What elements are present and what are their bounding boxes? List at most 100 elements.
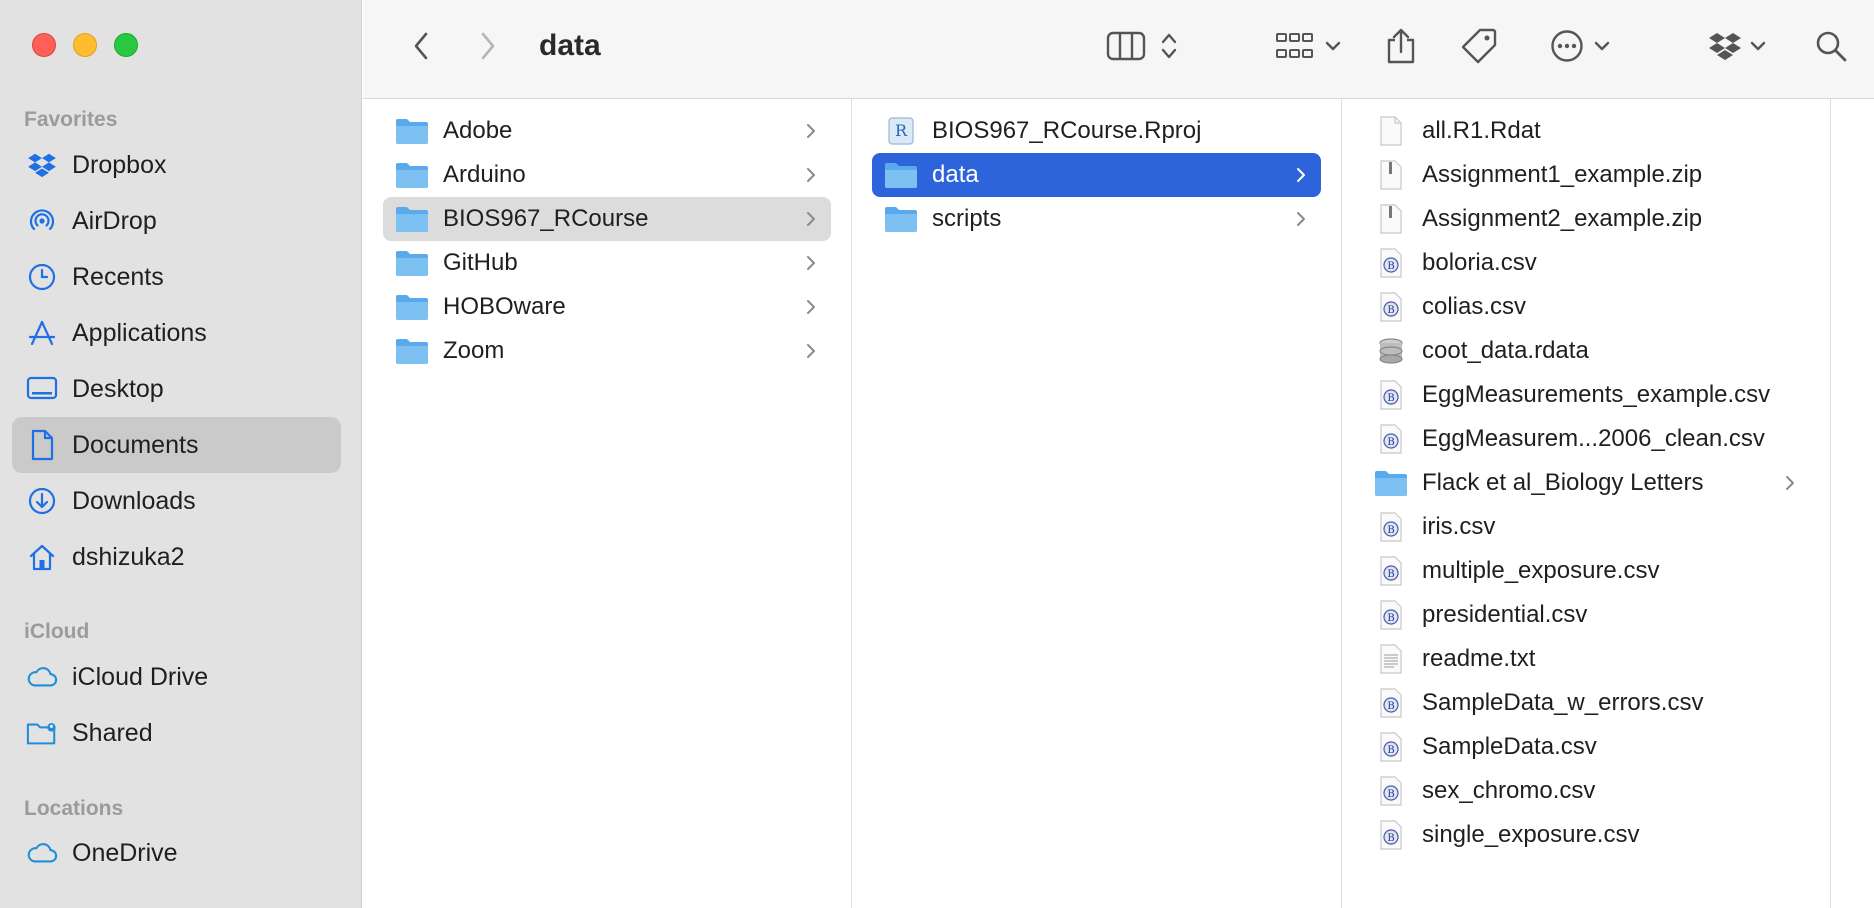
file-item[interactable]: Biris.csv <box>1362 505 1810 549</box>
folder-item[interactable]: Adobe <box>383 109 831 153</box>
chevron-down-icon <box>1750 41 1766 51</box>
rproj-file-icon: R <box>884 116 918 146</box>
sidebar-item-label: iCloud Drive <box>72 662 209 691</box>
file-item[interactable]: R BIOS967_RCourse.Rproj <box>872 109 1321 153</box>
share-button[interactable] <box>1379 24 1423 68</box>
toolbar: data <box>363 0 1874 99</box>
browser-column-1[interactable]: Adobe Arduino BIOS967_RCourse GitHub HOBOwar… <box>363 99 852 908</box>
sidebar-item-dshizuka2[interactable]: dshizuka2 <box>12 529 341 585</box>
file-item[interactable]: Bboloria.csv <box>1362 241 1810 285</box>
sidebar-item-label: Shared <box>72 718 153 747</box>
csv-file-icon: B <box>1374 380 1408 410</box>
folder-item[interactable]: HOBOware <box>383 285 831 329</box>
file-item[interactable]: coot_data.rdata <box>1362 329 1810 373</box>
csv-file-icon: B <box>1374 248 1408 278</box>
file-item[interactable]: B EggMeasurem...2006_clean.csv <box>1362 417 1810 461</box>
sidebar: Favorites Dropbox AirDrop Recents Applicati… <box>0 0 362 908</box>
more-actions-button[interactable] <box>1542 24 1618 68</box>
folder-icon <box>395 292 429 322</box>
file-item[interactable]: Bcolias.csv <box>1362 285 1810 329</box>
svg-text:B: B <box>1387 305 1394 316</box>
item-label: Assignment1_example.zip <box>1422 161 1703 188</box>
sidebar-item-icloud-drive[interactable]: iCloud Drive <box>12 649 341 705</box>
sidebar-item-onedrive[interactable]: OneDrive <box>12 825 341 881</box>
chevron-right-icon <box>805 298 817 316</box>
folder-icon <box>884 160 918 190</box>
csv-file-icon: B <box>1374 600 1408 630</box>
chevron-right-icon <box>805 122 817 140</box>
csv-file-icon: B <box>1374 292 1408 322</box>
zoom-button[interactable] <box>114 33 138 57</box>
favorites-header: Favorites <box>24 108 118 131</box>
sidebar-item-label: Desktop <box>72 374 164 403</box>
svg-text:B: B <box>1387 745 1394 756</box>
sidebar-item-label: AirDrop <box>72 206 157 235</box>
dropbox-icon <box>26 149 58 181</box>
item-label: Flack et al_Biology Letters <box>1422 469 1704 496</box>
sidebar-item-downloads[interactable]: Downloads <box>12 473 341 529</box>
folder-item[interactable]: Arduino <box>383 153 831 197</box>
forward-button[interactable] <box>466 24 510 68</box>
file-item[interactable]: Assignment2_example.zip <box>1362 197 1810 241</box>
chevron-down-icon <box>1594 41 1610 51</box>
sidebar-item-dropbox[interactable]: Dropbox <box>12 137 341 193</box>
item-label: iris.csv <box>1422 513 1496 540</box>
dropbox-button[interactable] <box>1702 24 1772 68</box>
folder-item[interactable]: BIOS967_RCourse <box>383 197 831 241</box>
file-item[interactable]: Bpresidential.csv <box>1362 593 1810 637</box>
sidebar-item-recents[interactable]: Recents <box>12 249 341 305</box>
search-icon <box>1816 31 1847 62</box>
sidebar-item-desktop[interactable]: Desktop <box>12 361 341 417</box>
document-icon <box>26 429 58 461</box>
sidebar-item-documents[interactable]: Documents <box>12 417 341 473</box>
item-label: sex_chromo.csv <box>1422 777 1596 804</box>
folder-item[interactable]: data <box>872 153 1321 197</box>
search-button[interactable] <box>1809 24 1853 68</box>
minimize-button[interactable] <box>73 33 97 57</box>
file-item[interactable]: B SampleData.csv <box>1362 725 1810 769</box>
folder-item[interactable]: Flack et al_Biology Letters <box>1362 461 1810 505</box>
database-icon <box>1374 336 1408 366</box>
item-label: Zoom <box>443 337 505 364</box>
file-item[interactable]: Bmultiple_exposure.csv <box>1362 549 1810 593</box>
item-label: EggMeasurem...2006_clean.csv <box>1422 425 1765 452</box>
folder-item[interactable]: scripts <box>872 197 1321 241</box>
item-label: Assignment2_example.zip <box>1422 205 1703 232</box>
download-icon <box>26 485 58 517</box>
browser-column-3[interactable]: all.R1.Rdat Assignment1_example.zip Assign… <box>1342 99 1831 908</box>
file-item[interactable]: readme.txt <box>1362 637 1810 681</box>
file-item[interactable]: B SampleData_w_errors.csv <box>1362 681 1810 725</box>
csv-file-icon: B <box>1374 556 1408 586</box>
folder-item[interactable]: Zoom <box>383 329 831 373</box>
item-label: colias.csv <box>1422 293 1527 320</box>
file-item[interactable]: Bsex_chromo.csv <box>1362 769 1810 813</box>
item-label: SampleData_w_errors.csv <box>1422 689 1704 716</box>
browser-column-2[interactable]: R BIOS967_RCourse.Rprojdata scripts <box>852 99 1342 908</box>
tag-button[interactable] <box>1456 24 1502 68</box>
svg-text:B: B <box>1387 701 1394 712</box>
item-label: EggMeasurements_example.csv <box>1422 381 1771 408</box>
folder-item[interactable]: GitHub <box>383 241 831 285</box>
file-item[interactable]: all.R1.Rdat <box>1362 109 1810 153</box>
close-button[interactable] <box>32 33 56 57</box>
ellipsis-circle-icon <box>1551 30 1583 62</box>
file-item[interactable]: Bsingle_exposure.csv <box>1362 813 1810 857</box>
view-mode-button[interactable] <box>1096 24 1188 68</box>
sidebar-item-shared[interactable]: Shared <box>12 705 341 761</box>
sidebar-item-applications[interactable]: Applications <box>12 305 341 361</box>
shared-folder-icon <box>26 717 58 749</box>
chevron-right-icon <box>805 166 817 184</box>
csv-file-icon: B <box>1374 820 1408 850</box>
item-label: SampleData.csv <box>1422 733 1597 760</box>
file-item[interactable]: B EggMeasurements_example.csv <box>1362 373 1810 417</box>
file-item[interactable]: Assignment1_example.zip <box>1362 153 1810 197</box>
svg-text:B: B <box>1387 613 1394 624</box>
svg-text:B: B <box>1387 437 1394 448</box>
folder-icon <box>395 336 429 366</box>
chevron-right-icon <box>1295 210 1307 228</box>
back-button[interactable] <box>399 24 443 68</box>
item-label: BIOS967_RCourse.Rproj <box>932 117 1202 144</box>
share-icon <box>1387 28 1415 64</box>
sidebar-item-airdrop[interactable]: AirDrop <box>12 193 341 249</box>
group-button[interactable] <box>1268 24 1348 68</box>
